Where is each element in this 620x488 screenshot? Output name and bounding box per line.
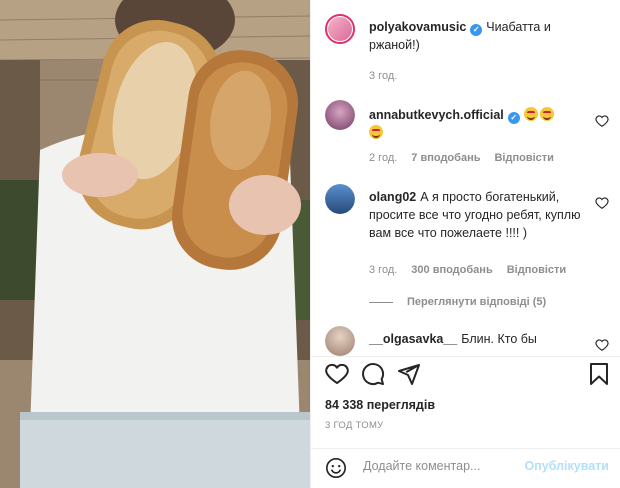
comment-body: Блин. Кто бы — [461, 332, 537, 346]
verified-badge-icon: ✓ — [470, 24, 483, 36]
like-comment-heart-icon[interactable] — [595, 114, 609, 128]
comment-text: olang02 А я просто богатенький, просите в… — [369, 188, 589, 242]
comment-username[interactable]: annabutkevych.official — [369, 108, 504, 122]
caption-meta: 3 год. — [369, 70, 411, 82]
author-avatar[interactable] — [325, 14, 355, 44]
commenter-avatar[interactable] — [325, 184, 355, 214]
comment-time[interactable]: 2 год. — [369, 152, 397, 164]
emoji-smile-icon[interactable] — [325, 457, 347, 479]
comment-meta: 2 год. 7 вподобань Відповісти — [369, 152, 568, 164]
comment-item: __olgasavka__ Блин. Кто бы — [325, 326, 609, 356]
like-comment-heart-icon[interactable] — [595, 196, 609, 210]
commenter-avatar[interactable] — [325, 100, 355, 130]
caption-time[interactable]: 3 год. — [369, 70, 397, 82]
comment-likes[interactable]: 7 вподобань — [411, 152, 480, 164]
post-detail-panel: polyakovamusic ✓ Чиабатта и ржаной!) 3 год… — [310, 0, 620, 488]
share-icon[interactable] — [397, 362, 421, 386]
view-count[interactable]: 84 338 переглядів — [325, 398, 435, 412]
comment-meta: 3 год. 300 вподобань Відповісти — [369, 264, 580, 276]
actions-divider — [311, 356, 620, 357]
comment-item: annabutkevych.official ✓ 2 год. 7 вподобан… — [325, 100, 609, 170]
post-actions-bar — [325, 362, 609, 390]
replies-divider-line — [369, 301, 393, 303]
like-comment-heart-icon[interactable] — [595, 338, 609, 352]
verified-badge-icon: ✓ — [507, 112, 520, 124]
photo-image — [0, 0, 310, 488]
comments-list[interactable]: polyakovamusic ✓ Чиабатта и ржаной!) 3 год… — [311, 0, 620, 356]
comment-username[interactable]: __olgasavka__ — [369, 332, 457, 346]
comment-icon[interactable] — [361, 362, 385, 386]
commenter-avatar[interactable] — [325, 326, 355, 356]
grin-emoji — [369, 125, 383, 139]
comment-likes[interactable]: 300 вподобань — [411, 264, 492, 276]
star-struck-emoji — [523, 107, 538, 121]
heart-icon[interactable] — [325, 362, 349, 386]
view-replies-button[interactable]: Переглянути відповіді (5) — [369, 296, 546, 308]
comment-text: annabutkevych.official ✓ — [369, 106, 589, 142]
reply-button[interactable]: Відповісти — [507, 264, 566, 276]
post-photo[interactable] — [0, 0, 310, 488]
post-time[interactable]: 3 ГОД ТОМУ — [325, 420, 384, 431]
yum-emoji — [539, 107, 554, 121]
bookmark-icon[interactable] — [587, 362, 611, 386]
caption-username[interactable]: polyakovamusic — [369, 20, 466, 34]
comment-composer: Додайте коментар... Опублікувати — [311, 448, 620, 488]
comment-text: __olgasavka__ Блин. Кто бы — [369, 330, 589, 348]
comment-item: olang02 А я просто богатенький, просите в… — [325, 184, 609, 314]
comment-time[interactable]: 3 год. — [369, 264, 397, 276]
comment-input[interactable]: Додайте коментар... — [363, 459, 480, 473]
caption-text: polyakovamusic ✓ Чиабатта и ржаной!) — [369, 18, 589, 54]
view-replies-label: Переглянути відповіді (5) — [407, 296, 547, 308]
publish-button[interactable]: Опублікувати — [524, 459, 609, 473]
reply-button[interactable]: Відповісти — [494, 152, 553, 164]
comment-username[interactable]: olang02 — [369, 190, 416, 204]
caption-block: polyakovamusic ✓ Чиабатта и ржаной!) 3 год… — [325, 14, 609, 84]
